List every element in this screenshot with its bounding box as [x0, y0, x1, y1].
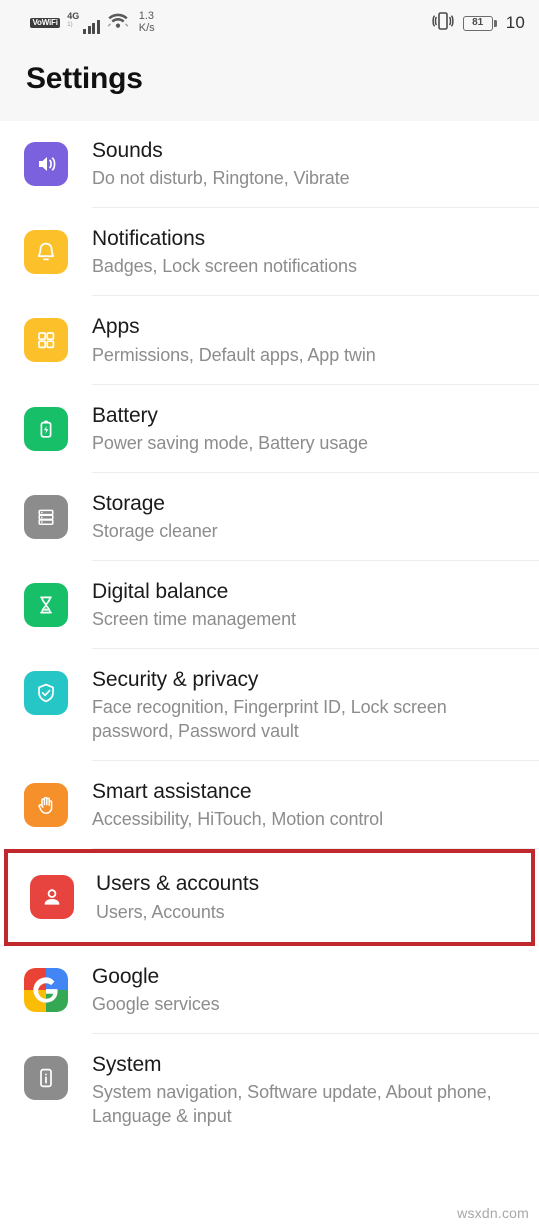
battery-bolt-icon: [24, 406, 68, 451]
list-item-subtitle: System navigation, Software update, Abou…: [92, 1082, 492, 1126]
list-item-title: Smart assistance: [92, 780, 252, 804]
status-bar-clock: 10: [505, 13, 525, 32]
icon-slot-google: [0, 964, 92, 1012]
icon-slot-battery: [0, 403, 92, 451]
page-title: Settings: [26, 62, 143, 95]
list-item-notifications[interactable]: Notifications Badges, Lock screen notifi…: [0, 208, 539, 297]
text-slot-smart-assistance: Smart assistance Accessibility, HiTouch,…: [92, 779, 539, 832]
list-item-subtitle: Permissions, Default apps, App twin: [92, 344, 376, 365]
list-item-system[interactable]: System System navigation, Software updat…: [0, 1034, 539, 1146]
network-speed-unit: K/s: [138, 22, 155, 34]
text-slot-google: Google Google services: [92, 964, 539, 1017]
list-item-users-accounts[interactable]: Users & accounts Users, Accounts: [4, 849, 535, 946]
status-bar: VoWiFi 4G 1) 1.3 K/s 81 10: [0, 0, 539, 46]
icon-slot-digital-balance: [0, 579, 92, 627]
list-item-subtitle: Users, Accounts: [96, 901, 225, 922]
status-bar-left: VoWiFi 4G 1) 1.3 K/s: [30, 11, 155, 34]
text-slot-notifications: Notifications Badges, Lock screen notifi…: [92, 226, 539, 279]
list-item-title: Security & privacy: [92, 668, 259, 692]
google-g-icon: [24, 967, 68, 1012]
status-bar-right: 81 10: [432, 10, 525, 37]
hourglass-icon: [24, 582, 68, 627]
text-slot-users-accounts: Users & accounts Users, Accounts: [96, 871, 531, 924]
network-sub-label: 1): [67, 22, 73, 28]
list-item-title: Storage: [92, 491, 165, 515]
network-type-label: 4G: [67, 11, 80, 21]
list-item-subtitle: Power saving mode, Battery usage: [92, 432, 368, 453]
settings-screen: VoWiFi 4G 1) 1.3 K/s 81 10 Settings Soun…: [0, 0, 539, 1227]
icon-slot-security-privacy: [0, 667, 92, 716]
icon-slot-apps: [0, 314, 92, 363]
list-item-battery[interactable]: Battery Power saving mode, Battery usage: [0, 385, 539, 473]
list-item-title: Google: [92, 964, 160, 988]
icon-slot-notifications: [0, 226, 92, 275]
grid-squares-icon: [24, 318, 68, 363]
storage-stack-icon: [24, 494, 68, 539]
list-item-apps[interactable]: Apps Permissions, Default apps, App twin: [0, 296, 539, 385]
list-item-subtitle: Storage cleaner: [92, 520, 218, 541]
list-item-subtitle: Screen time management: [92, 609, 296, 630]
list-item-digital-balance[interactable]: Digital balance Screen time management: [0, 561, 539, 650]
battery-icon: 81: [462, 15, 497, 31]
bell-icon: [24, 230, 68, 275]
list-item-sounds[interactable]: Sounds Do not disturb, Ringtone, Vibrate: [0, 121, 539, 209]
icon-slot-sounds: [0, 138, 92, 186]
list-item-title: Sounds: [92, 138, 163, 162]
hand-icon: [24, 783, 68, 828]
text-slot-battery: Battery Power saving mode, Battery usage: [92, 403, 539, 456]
speaker-icon: [24, 141, 68, 186]
battery-body: 81: [462, 15, 493, 31]
icon-slot-smart-assistance: [0, 779, 92, 828]
list-item-title: System: [92, 1052, 162, 1076]
settings-list-inner: Brightness, Eye comfort, Text and displa…: [0, 121, 539, 1146]
list-item-subtitle: Badges, Lock screen notifications: [92, 256, 357, 277]
wifi-icon: [107, 12, 129, 34]
list-item-title: Users & accounts: [96, 872, 259, 896]
list-item-smart-assistance[interactable]: Smart assistance Accessibility, HiTouch,…: [0, 761, 539, 850]
app-header: Settings: [0, 46, 539, 121]
network-speed-indicator: 1.3 K/s: [139, 11, 155, 34]
list-item-subtitle: Google services: [92, 993, 220, 1014]
battery-tip: [493, 19, 497, 27]
signal-bars-icon: 4G 1): [67, 12, 100, 34]
icon-slot-system: [0, 1052, 92, 1100]
list-item-google[interactable]: Google Google services: [0, 946, 539, 1034]
vibrate-icon: [432, 10, 454, 37]
vowifi-badge-icon: VoWiFi: [30, 17, 61, 29]
icon-slot-users-accounts: [8, 871, 96, 920]
list-item-security-privacy[interactable]: Security & privacy Face recognition, Fin…: [0, 649, 539, 762]
person-icon: [30, 875, 74, 920]
list-item-subtitle: Accessibility, HiTouch, Motion control: [92, 809, 383, 830]
list-item-title: Digital balance: [92, 579, 229, 603]
list-item-title: Notifications: [92, 227, 206, 251]
site-watermark: wsxdn.com: [457, 1205, 529, 1221]
text-slot-system: System System navigation, Software updat…: [92, 1052, 539, 1129]
battery-percent-label: 81: [472, 17, 484, 28]
text-slot-security-privacy: Security & privacy Face recognition, Fin…: [92, 667, 539, 744]
text-slot-sounds: Sounds Do not disturb, Ringtone, Vibrate: [92, 138, 539, 191]
text-slot-apps: Apps Permissions, Default apps, App twin: [92, 314, 539, 367]
signal-strength-bars: [83, 19, 100, 34]
list-item-subtitle: Do not disturb, Ringtone, Vibrate: [92, 168, 350, 189]
list-item-title: Battery: [92, 403, 158, 427]
phone-info-icon: [24, 1055, 68, 1100]
list-item-storage[interactable]: Storage Storage cleaner: [0, 473, 539, 561]
settings-list[interactable]: Brightness, Eye comfort, Text and displa…: [0, 121, 539, 1227]
text-slot-storage: Storage Storage cleaner: [92, 491, 539, 544]
icon-slot-storage: [0, 491, 92, 539]
shield-check-icon: [24, 671, 68, 716]
text-slot-digital-balance: Digital balance Screen time management: [92, 579, 539, 632]
list-item-title: Apps: [92, 315, 140, 339]
list-item-subtitle: Face recognition, Fingerprint ID, Lock s…: [92, 697, 447, 742]
